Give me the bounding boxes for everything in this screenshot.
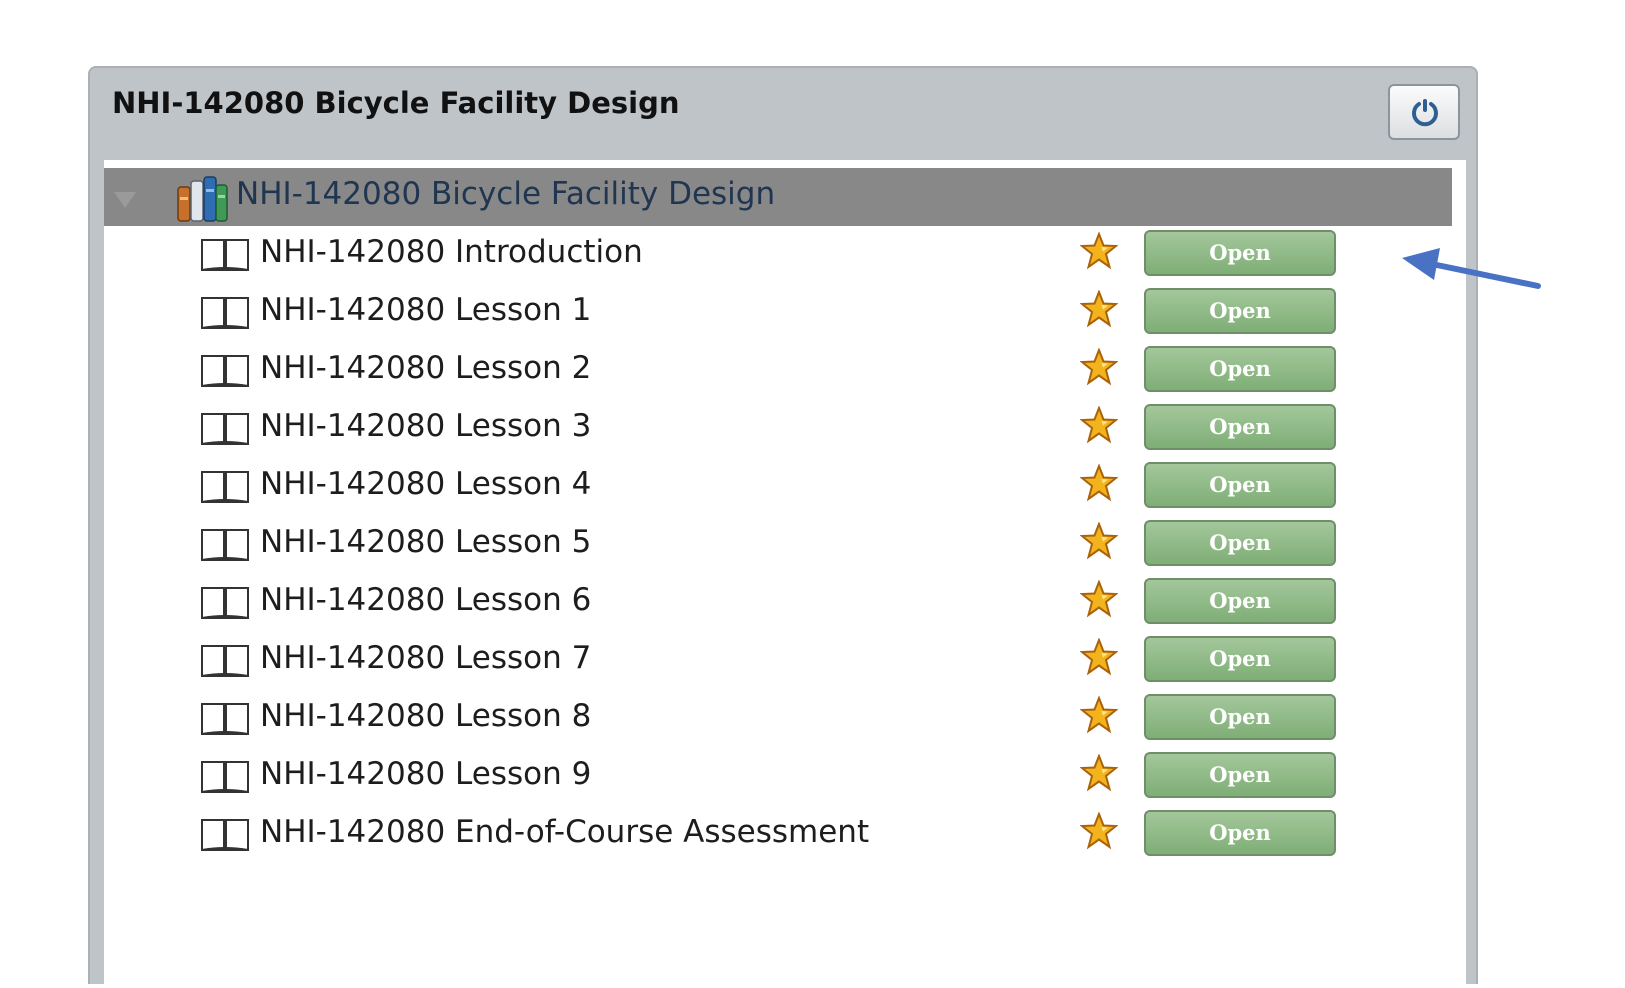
tree-root-label[interactable]: NHI-142080 Bicycle Facility Design — [236, 176, 775, 212]
lesson-list: NHI-142080 Introduction Open NHI-142080 … — [104, 226, 1452, 864]
star-icon[interactable] — [1080, 232, 1118, 270]
book-icon — [201, 355, 249, 387]
star-icon[interactable] — [1080, 696, 1118, 734]
open-button[interactable]: Open — [1144, 810, 1336, 856]
refresh-button[interactable] — [1388, 84, 1460, 140]
open-button[interactable]: Open — [1144, 694, 1336, 740]
pointer-arrow-icon — [1402, 248, 1541, 289]
lesson-label[interactable]: NHI-142080 End-of-Course Assessment — [260, 814, 869, 850]
open-button[interactable]: Open — [1144, 752, 1336, 798]
book-icon — [201, 529, 249, 561]
lesson-label[interactable]: NHI-142080 Lesson 8 — [260, 698, 591, 734]
lesson-label[interactable]: NHI-142080 Lesson 5 — [260, 524, 591, 560]
open-button[interactable]: Open — [1144, 346, 1336, 392]
star-icon[interactable] — [1080, 406, 1118, 444]
list-item: NHI-142080 Lesson 9 Open — [104, 748, 1452, 806]
open-button[interactable]: Open — [1144, 520, 1336, 566]
book-icon — [201, 413, 249, 445]
star-icon[interactable] — [1080, 348, 1118, 386]
list-item: NHI-142080 End-of-Course Assessment Open — [104, 806, 1452, 864]
lesson-label[interactable]: NHI-142080 Introduction — [260, 234, 643, 270]
lesson-label[interactable]: NHI-142080 Lesson 9 — [260, 756, 591, 792]
open-button[interactable]: Open — [1144, 462, 1336, 508]
book-icon — [201, 761, 249, 793]
book-icon — [201, 471, 249, 503]
lesson-label[interactable]: NHI-142080 Lesson 7 — [260, 640, 591, 676]
list-item: NHI-142080 Lesson 5 Open — [104, 516, 1452, 574]
list-item: NHI-142080 Lesson 1 Open — [104, 284, 1452, 342]
star-icon[interactable] — [1080, 464, 1118, 502]
book-icon — [201, 645, 249, 677]
book-icon — [201, 587, 249, 619]
star-icon[interactable] — [1080, 580, 1118, 618]
book-icon — [201, 819, 249, 851]
star-icon[interactable] — [1080, 754, 1118, 792]
list-item: NHI-142080 Lesson 8 Open — [104, 690, 1452, 748]
list-item: NHI-142080 Lesson 3 Open — [104, 400, 1452, 458]
course-tree: NHI-142080 Bicycle Facility Design NHI-1… — [104, 160, 1466, 988]
refresh-icon — [1412, 99, 1438, 127]
lesson-label[interactable]: NHI-142080 Lesson 6 — [260, 582, 591, 618]
panel-title: NHI-142080 Bicycle Facility Design — [112, 86, 680, 120]
tree-root-row[interactable]: NHI-142080 Bicycle Facility Design — [104, 168, 1452, 226]
list-item: NHI-142080 Introduction Open — [104, 226, 1452, 284]
course-panel: NHI-142080 Bicycle Facility Design NHI-1… — [88, 66, 1478, 988]
star-icon[interactable] — [1080, 812, 1118, 850]
lesson-label[interactable]: NHI-142080 Lesson 3 — [260, 408, 591, 444]
book-icon — [201, 239, 249, 271]
lesson-label[interactable]: NHI-142080 Lesson 1 — [260, 292, 591, 328]
book-icon — [201, 297, 249, 329]
star-icon[interactable] — [1080, 522, 1118, 560]
star-icon[interactable] — [1080, 290, 1118, 328]
open-button[interactable]: Open — [1144, 636, 1336, 682]
lesson-label[interactable]: NHI-142080 Lesson 2 — [260, 350, 591, 386]
library-books-icon — [177, 176, 228, 222]
lesson-label[interactable]: NHI-142080 Lesson 4 — [260, 466, 591, 502]
star-icon[interactable] — [1080, 638, 1118, 676]
open-button[interactable]: Open — [1144, 578, 1336, 624]
open-button[interactable]: Open — [1144, 230, 1336, 276]
expand-arrow-icon[interactable] — [114, 192, 136, 208]
list-item: NHI-142080 Lesson 7 Open — [104, 632, 1452, 690]
book-icon — [201, 703, 249, 735]
list-item: NHI-142080 Lesson 6 Open — [104, 574, 1452, 632]
open-button[interactable]: Open — [1144, 404, 1336, 450]
list-item: NHI-142080 Lesson 4 Open — [104, 458, 1452, 516]
open-button[interactable]: Open — [1144, 288, 1336, 334]
list-item: NHI-142080 Lesson 2 Open — [104, 342, 1452, 400]
